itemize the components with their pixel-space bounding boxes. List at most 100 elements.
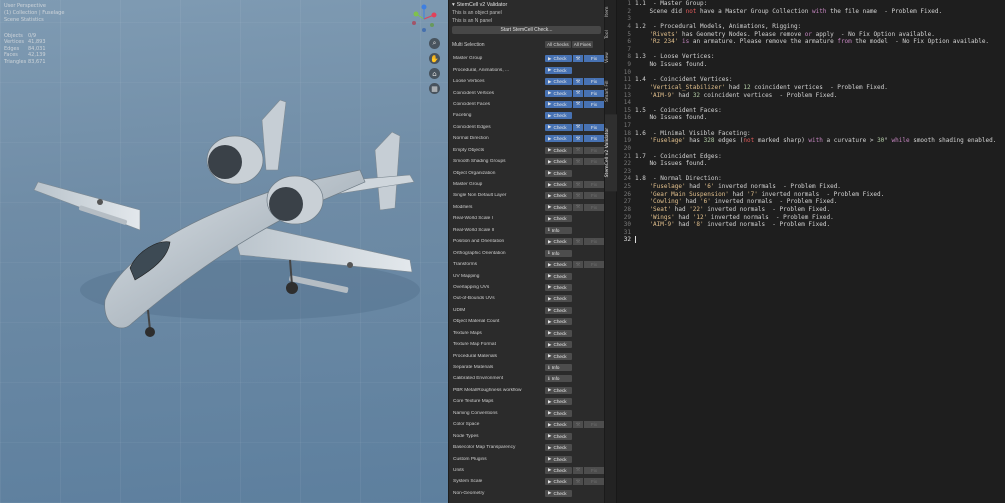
wrench-icon[interactable]: ⚒ xyxy=(573,421,583,429)
check-button[interactable]: ▶ Check xyxy=(545,295,572,303)
viewport-stats: Objects 0/9 Vertices 41,893 Edges 84,031 Faces… xyxy=(4,33,50,65)
fix-button[interactable]: Fix xyxy=(584,181,604,189)
check-button[interactable]: ▶ Check xyxy=(545,146,572,154)
fix-button[interactable]: Fix xyxy=(584,192,604,200)
check-button[interactable]: ▶ Check xyxy=(545,444,572,452)
check-button[interactable]: ▶ Check xyxy=(545,318,572,326)
check-button[interactable]: ▶ Check xyxy=(545,489,572,497)
play-icon: ▶ xyxy=(548,238,552,244)
fix-button[interactable]: Fix xyxy=(584,466,604,474)
info-button[interactable]: ℹ Info xyxy=(545,249,572,257)
all-checks-button[interactable]: All Checks xyxy=(545,41,571,48)
check-button[interactable]: ▶ Check xyxy=(545,192,572,200)
3d-viewport[interactable]: User Perspective (1) Collection | Fusela… xyxy=(0,0,448,503)
check-button[interactable]: ▶ Check xyxy=(545,169,572,177)
start-check-button[interactable]: Start StemCell Check... xyxy=(452,26,601,34)
gizmo-x-axis xyxy=(431,12,437,18)
all-fixes-button[interactable]: All Fixes xyxy=(571,41,594,48)
check-row: Core Texture Maps ▶ Check xyxy=(449,396,604,407)
check-button[interactable]: ▶ Check xyxy=(545,123,572,131)
fix-button[interactable]: Fix xyxy=(584,123,604,131)
wrench-icon[interactable]: ⚒ xyxy=(573,123,583,131)
play-icon: ▶ xyxy=(548,307,552,313)
wrench-icon[interactable]: ⚒ xyxy=(573,203,583,211)
wrench-icon[interactable]: ⚒ xyxy=(573,89,583,97)
fix-button[interactable]: Fix xyxy=(584,135,604,143)
check-button[interactable]: ▶ Check xyxy=(545,181,572,189)
text-editor[interactable]: 1 1.1 - Master Group: 2 Scene did not have… xyxy=(617,0,1005,503)
check-button[interactable]: ▶ Check xyxy=(545,261,572,269)
check-button[interactable]: ▶ Check xyxy=(545,306,572,314)
check-row: Separate Materials ℹ Info xyxy=(449,362,604,373)
check-button[interactable]: ▶ Check xyxy=(545,215,572,223)
check-button[interactable]: ▶ Check xyxy=(545,135,572,143)
tab-view[interactable]: View xyxy=(605,48,617,68)
hand-icon[interactable]: ✋ xyxy=(429,53,440,64)
line-number: 7 xyxy=(627,45,631,53)
grid-icon[interactable]: ▦ xyxy=(429,83,440,94)
fix-button[interactable]: Fix xyxy=(584,146,604,154)
button-label: Info xyxy=(551,365,560,371)
fix-button[interactable]: Fix xyxy=(584,55,604,63)
fix-button[interactable]: Fix xyxy=(584,203,604,211)
check-button[interactable]: ▶ Check xyxy=(545,421,572,429)
wrench-icon[interactable]: ⚒ xyxy=(573,100,583,108)
aircraft-model[interactable] xyxy=(30,90,430,350)
check-button[interactable]: ▶ Check xyxy=(545,455,572,463)
tab-tool[interactable]: Tool xyxy=(605,25,617,45)
check-button[interactable]: ▶ Check xyxy=(545,78,572,86)
check-button[interactable]: ▶ Check xyxy=(545,112,572,120)
fix-button[interactable]: Fix xyxy=(584,478,604,486)
check-button[interactable]: ▶ Check xyxy=(545,398,572,406)
wrench-icon[interactable]: ⚒ xyxy=(573,238,583,246)
check-button[interactable]: ▶ Check xyxy=(545,55,572,63)
tab-stemcell-v2-validator[interactable]: StemCell v2 Validator xyxy=(605,114,617,192)
check-button[interactable]: ▶ Check xyxy=(545,432,572,440)
check-button[interactable]: ▶ Check xyxy=(545,409,572,417)
fix-button[interactable]: Fix xyxy=(584,421,604,429)
fix-button[interactable]: Fix xyxy=(584,89,604,97)
info-button[interactable]: ℹ Info xyxy=(545,375,572,383)
check-button[interactable]: ▶ Check xyxy=(545,386,572,394)
check-button[interactable]: ▶ Check xyxy=(545,66,572,74)
panel-header[interactable]: ▾ StemCell v2 Validator xyxy=(449,0,604,9)
fix-button[interactable]: Fix xyxy=(584,78,604,86)
check-button[interactable]: ▶ Check xyxy=(545,203,572,211)
wrench-icon[interactable]: ⚒ xyxy=(573,181,583,189)
check-row: Normal Direction ▶ Check ⚒ Fix xyxy=(449,133,604,144)
check-button[interactable]: ▶ Check xyxy=(545,341,572,349)
play-icon: ▶ xyxy=(548,181,552,187)
tab-smart-fill[interactable]: Smart Fill xyxy=(605,71,617,111)
check-button[interactable]: ▶ Check xyxy=(545,100,572,108)
wrench-icon[interactable]: ⚒ xyxy=(573,466,583,474)
check-button[interactable]: ▶ Check xyxy=(545,158,572,166)
check-button[interactable]: ▶ Check xyxy=(545,466,572,474)
check-button[interactable]: ▶ Check xyxy=(545,478,572,486)
collapse-icon[interactable]: ▾ xyxy=(452,2,455,8)
wrench-icon[interactable]: ⚒ xyxy=(573,158,583,166)
info-button[interactable]: ℹ Info xyxy=(545,364,572,372)
check-button[interactable]: ▶ Check xyxy=(545,283,572,291)
fix-button[interactable]: Fix xyxy=(584,158,604,166)
wrench-icon[interactable]: ⚒ xyxy=(573,192,583,200)
fix-button[interactable]: Fix xyxy=(584,238,604,246)
info-button[interactable]: ℹ Info xyxy=(545,226,572,234)
check-button[interactable]: ▶ Check xyxy=(545,352,572,360)
fix-button[interactable]: Fix xyxy=(584,100,604,108)
fix-button[interactable]: Fix xyxy=(584,261,604,269)
wrench-icon[interactable]: ⚒ xyxy=(573,55,583,63)
wrench-icon[interactable]: ⚒ xyxy=(573,261,583,269)
check-button[interactable]: ▶ Check xyxy=(545,329,572,337)
wrench-icon[interactable]: ⚒ xyxy=(573,478,583,486)
navigation-gizmo[interactable] xyxy=(407,3,441,33)
check-button[interactable]: ▶ Check xyxy=(545,238,572,246)
wrench-icon[interactable]: ⚒ xyxy=(573,135,583,143)
check-row: Master Group ▶ Check ⚒ Fix xyxy=(449,53,604,64)
zoom-icon[interactable]: ⌕ xyxy=(429,38,440,49)
wrench-icon[interactable]: ⚒ xyxy=(573,146,583,154)
wrench-icon[interactable]: ⚒ xyxy=(573,78,583,86)
check-button[interactable]: ▶ Check xyxy=(545,89,572,97)
camera-icon[interactable]: ⌂ xyxy=(429,68,440,79)
check-button[interactable]: ▶ Check xyxy=(545,272,572,280)
tab-item[interactable]: Item xyxy=(605,2,617,22)
